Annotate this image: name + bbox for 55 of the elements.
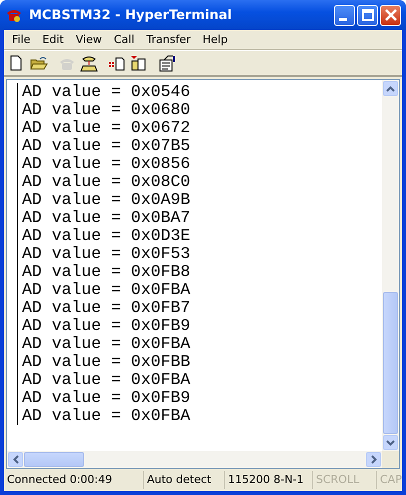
chevron-up-icon: [386, 86, 395, 92]
terminal-line: AD value = 0x0546: [22, 83, 192, 101]
status-field: Connected 0:00:49: [4, 471, 144, 489]
terminal-line: AD value = 0x0FBA: [22, 371, 192, 389]
scroll-down-button[interactable]: [383, 435, 398, 450]
folder-icon: [130, 54, 148, 72]
menu-item[interactable]: File: [6, 33, 36, 46]
horizontal-scrollbar[interactable]: [7, 451, 382, 468]
menu-item[interactable]: Call: [108, 33, 140, 46]
menu-item[interactable]: Help: [196, 33, 234, 46]
window-title: MCBSTM32 - HyperTerminal: [29, 8, 233, 22]
scroll-thumb[interactable]: [383, 292, 398, 434]
status-field: CAP: [377, 471, 402, 489]
terminal-line: AD value = 0x07B5: [22, 137, 192, 155]
terminal-line: AD value = 0x0856: [22, 155, 192, 173]
terminal-line: AD value = 0x0FB9: [22, 317, 192, 335]
telephone-icon: [5, 7, 23, 23]
status-field: Auto detect: [144, 471, 225, 489]
status-field: SCROLL: [313, 471, 377, 489]
vertical-scrollbar[interactable]: [382, 80, 399, 451]
minimize-button[interactable]: [334, 4, 355, 26]
chevron-right-icon: [370, 455, 376, 464]
properties-icon: [158, 54, 176, 72]
minimize-icon: [339, 18, 347, 20]
scroll-left-button[interactable]: [8, 452, 23, 467]
terminal-line: AD value = 0x0672: [22, 119, 192, 137]
chevron-left-icon: [12, 455, 18, 464]
terminal-line: AD value = 0x0FB9: [22, 389, 192, 407]
scroll-thumb[interactable]: [24, 452, 84, 467]
status-field: 115200 8-N-1: [225, 471, 313, 489]
terminal-line: AD value = 0x0680: [22, 101, 192, 119]
menu-item[interactable]: Edit: [36, 33, 70, 46]
maximize-icon: [362, 9, 374, 21]
terminal-line: AD value = 0x0FBA: [22, 335, 192, 353]
scroll-right-button[interactable]: [366, 452, 381, 467]
scroll-up-button[interactable]: [383, 81, 398, 96]
maximize-button[interactable]: [357, 4, 378, 26]
terminal-line: AD value = 0x0A9B: [22, 191, 192, 209]
folder-icon: [30, 54, 48, 72]
telephone-icon: [80, 54, 98, 72]
terminal-line: AD value = 0x08C0: [22, 173, 192, 191]
terminal-line: AD value = 0x0FB7: [22, 299, 192, 317]
close-button[interactable]: [380, 4, 401, 26]
terminal-line: AD value = 0x0BA7: [22, 209, 192, 227]
document-icon: [108, 54, 126, 72]
chevron-down-icon: [386, 440, 395, 446]
menu-item[interactable]: Transfer: [140, 33, 197, 46]
terminal-line: AD value = 0x0FBA: [22, 281, 192, 299]
terminal-line: AD value = 0x0FBB: [22, 353, 192, 371]
terminal-line: AD value = 0x0D3E: [22, 227, 192, 245]
menu-item[interactable]: View: [70, 33, 108, 46]
close-icon: [384, 9, 396, 21]
terminal-line: AD value = 0x0FB8: [22, 263, 192, 281]
terminal-line: AD value = 0x0FBA: [22, 407, 192, 425]
terminal-line: AD value = 0x0F53: [22, 245, 192, 263]
